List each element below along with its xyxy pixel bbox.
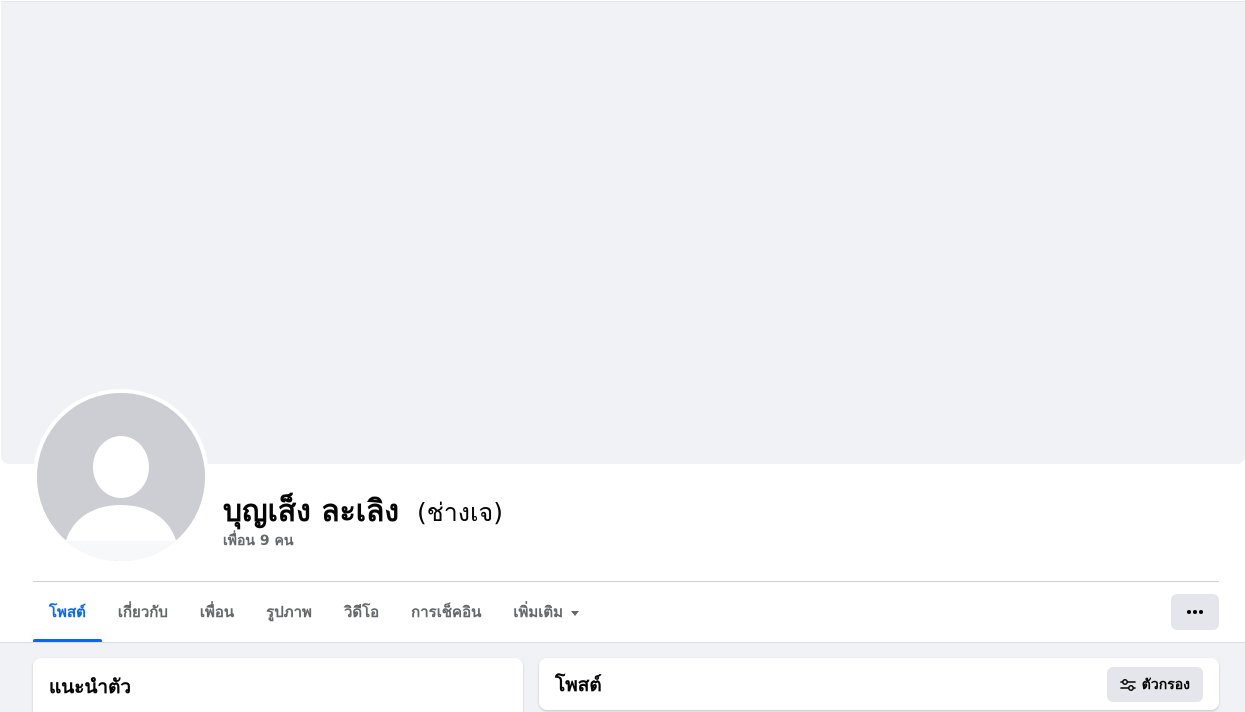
tab-label: รูปภาพ <box>266 603 312 621</box>
intro-title: แนะนำตัว <box>49 676 132 698</box>
filter-button[interactable]: ตัวกรอง <box>1106 667 1203 702</box>
tab-videos[interactable]: วิดีโอ <box>328 582 395 642</box>
profile-alternate-name: (ช่างเจ) <box>417 498 503 527</box>
default-avatar-icon <box>37 393 205 561</box>
cover-photo[interactable] <box>1 1 1245 464</box>
profile-name-row: บุญเส็ง ละเลิง (ช่างเจ) <box>223 488 503 535</box>
tab-more[interactable]: เพิ่มเติม <box>497 582 595 642</box>
filter-label: ตัวกรอง <box>1141 676 1190 693</box>
caret-down-icon <box>571 610 580 616</box>
profile-name: บุญเส็ง ละเลิง <box>223 494 400 529</box>
tab-posts[interactable]: โพสต์ <box>33 582 102 642</box>
tab-label: วิดีโอ <box>343 603 380 621</box>
posts-card: โพสต์ ตัวกรอง <box>539 658 1219 710</box>
more-horizontal-icon <box>1187 610 1203 614</box>
tab-label: โพสต์ <box>49 603 86 621</box>
tab-label: การเช็คอิน <box>411 603 482 621</box>
intro-card: แนะนำตัว <box>33 658 523 712</box>
profile-tabs: โพสต์ เกี่ยวกับ เพื่อน รูปภาพ วิดีโอ การ… <box>33 582 595 642</box>
profile-picture[interactable] <box>33 389 209 565</box>
tab-check-ins[interactable]: การเช็คอิน <box>395 582 497 642</box>
tab-friends[interactable]: เพื่อน <box>184 582 250 642</box>
profile-page: บุญเส็ง ละเลิง (ช่างเจ) เพื่อน 9 คน โพสต… <box>0 0 1245 712</box>
tab-label: เพิ่มเติม <box>513 603 564 621</box>
tab-about[interactable]: เกี่ยวกับ <box>102 582 184 642</box>
tab-label: เกี่ยวกับ <box>117 603 168 621</box>
friends-count-link[interactable]: เพื่อน 9 คน <box>223 530 293 552</box>
profile-header: บุญเส็ง ละเลิง (ช่างเจ) เพื่อน 9 คน โพสต… <box>0 0 1245 643</box>
posts-title: โพสต์ <box>555 674 602 696</box>
sliders-icon <box>1119 677 1136 693</box>
more-options-button[interactable] <box>1171 594 1219 630</box>
tab-photos[interactable]: รูปภาพ <box>250 582 328 642</box>
tab-label: เพื่อน <box>199 603 235 621</box>
